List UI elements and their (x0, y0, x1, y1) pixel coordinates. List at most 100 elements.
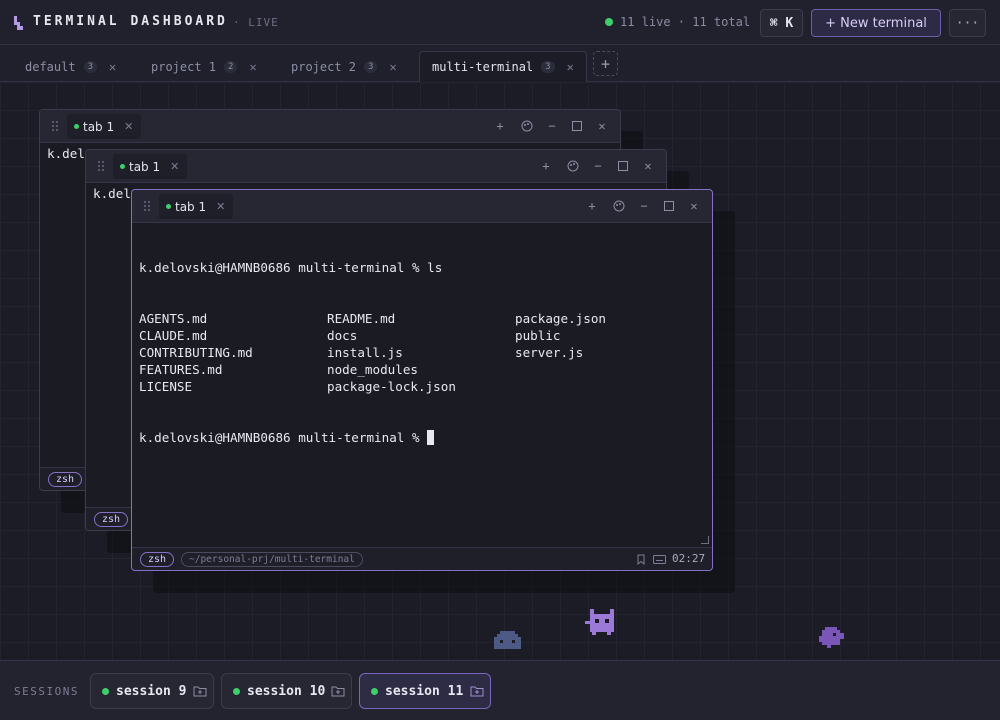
keyboard-icon[interactable] (653, 555, 666, 564)
plus-icon[interactable]: + (538, 158, 554, 174)
file-name: LICENSE (139, 379, 193, 394)
file-name (515, 361, 703, 378)
tab-label: project 2 (291, 59, 357, 74)
plus-icon[interactable]: + (492, 118, 508, 134)
close-icon[interactable]: ✕ (686, 198, 702, 214)
sessions-label: SESSIONS (14, 685, 79, 698)
close-icon[interactable]: ✕ (170, 160, 179, 173)
window-tab[interactable]: tab 1 ✕ (67, 114, 142, 139)
app-title: TERMINAL DASHBOARD (33, 14, 228, 29)
file-name: install.js (327, 345, 403, 360)
file-name: server.js (515, 345, 584, 360)
new-terminal-button[interactable]: + New terminal (811, 9, 941, 37)
command-palette-button[interactable]: ⌘ K (760, 9, 803, 37)
file-name: package.json (515, 311, 606, 326)
file-name: CLAUDE.md (139, 328, 208, 343)
tab-label: project 1 (151, 59, 217, 74)
close-icon[interactable]: ✕ (389, 60, 396, 74)
palette-icon[interactable] (611, 198, 627, 214)
tab-label: multi-terminal (432, 60, 534, 74)
file-name: FEATURES.md (139, 362, 223, 377)
maximize-icon[interactable] (615, 158, 631, 174)
status-dot (120, 164, 125, 169)
tab-project-1[interactable]: project 1 2 ✕ (151, 51, 257, 82)
session-label: session 10 (247, 684, 326, 699)
cwd-path-pill: ~/personal-prj/multi-terminal (181, 552, 363, 567)
terminal-canvas: tab 1 ✕ + − ✕ k.delo zsh tab 1 ✕ + − ✕ k… (0, 82, 1000, 660)
prompt-line: k.delovski@HAMNB0686 multi-terminal % (139, 429, 705, 446)
more-menu-button[interactable]: ··· (949, 9, 986, 37)
add-tab-button[interactable]: + (593, 51, 618, 76)
project-tab-bar: default 3 ✕ project 1 2 ✕ project 2 3 ✕ … (0, 45, 1000, 82)
file-name: CONTRIBUTING.md (139, 345, 253, 360)
terminal-output[interactable]: k.delovski@HAMNB0686 multi-terminal % ls… (139, 225, 705, 480)
sessions-bar: SESSIONS session 9 session 10 session 11 (0, 660, 1000, 720)
session-item-10[interactable]: session 10 (221, 673, 352, 709)
palette-icon[interactable] (519, 118, 535, 134)
file-name: AGENTS.md (139, 311, 208, 326)
ghost-sprite-icon (494, 631, 522, 649)
session-item-9[interactable]: session 9 (90, 673, 214, 709)
tab-count-badge: 3 (364, 60, 378, 73)
live-count: 11 live · 11 total (620, 15, 751, 29)
file-name: package-lock.json (327, 379, 456, 394)
close-icon[interactable]: ✕ (594, 118, 610, 134)
folder-icon[interactable] (193, 685, 207, 697)
folder-icon[interactable] (470, 685, 484, 697)
close-icon[interactable]: ✕ (640, 158, 656, 174)
session-timer: 02:27 (672, 552, 706, 565)
window-tab[interactable]: tab 1 ✕ (113, 154, 188, 179)
drag-handle-icon[interactable] (97, 160, 105, 173)
drag-handle-icon[interactable] (143, 200, 151, 213)
session-item-11[interactable]: session 11 (359, 673, 491, 709)
tab-default[interactable]: default 3 ✕ (25, 51, 116, 82)
shell-pill: zsh (140, 552, 175, 567)
window-title-bar[interactable]: tab 1 ✕ + − ✕ (132, 190, 712, 223)
command-line: k.delovski@HAMNB0686 multi-terminal % ls (139, 260, 443, 275)
maximize-icon[interactable] (569, 118, 585, 134)
close-icon[interactable]: ✕ (249, 60, 256, 74)
folder-icon[interactable] (331, 685, 345, 697)
status-dot (233, 688, 240, 695)
file-name (515, 378, 703, 395)
status-dot (371, 688, 378, 695)
minimize-icon[interactable]: − (636, 198, 652, 214)
tab-count-badge: 2 (224, 60, 238, 73)
status-dot (166, 204, 171, 209)
shell-pill: zsh (94, 512, 129, 527)
minimize-icon[interactable]: − (544, 118, 560, 134)
window-tab[interactable]: tab 1 ✕ (159, 194, 234, 219)
live-status-dot (605, 18, 613, 26)
close-icon[interactable]: ✕ (567, 60, 574, 74)
window-title-bar[interactable]: tab 1 ✕ + − ✕ (40, 110, 620, 143)
window-footer: zsh ~/personal-prj/multi-terminal 02:27 (132, 547, 712, 570)
prompt-text: k.delovski@HAMNB0686 multi-terminal % (139, 430, 428, 445)
palette-icon[interactable] (565, 158, 581, 174)
top-bar: TERMINAL DASHBOARD · LIVE 11 live · 11 t… (0, 0, 1000, 45)
session-label: session 11 (385, 684, 464, 699)
bird-sprite-icon (819, 627, 845, 649)
file-name: node_modules (327, 362, 418, 377)
resize-handle-icon[interactable] (701, 536, 709, 544)
terminal-window-front[interactable]: tab 1 ✕ + − ✕ k.delovski@HAMNB0686 multi… (131, 189, 713, 571)
tab-project-2[interactable]: project 2 3 ✕ (291, 51, 397, 82)
tab-count-badge: 3 (83, 60, 97, 73)
cat-sprite-icon (585, 609, 619, 635)
bookmark-icon[interactable] (636, 554, 646, 565)
file-name: README.md (327, 311, 396, 326)
window-tab-label: tab 1 (83, 119, 115, 134)
close-icon[interactable]: ✕ (216, 200, 225, 213)
tab-multi-terminal[interactable]: multi-terminal 3 ✕ (419, 51, 587, 82)
plus-icon[interactable]: + (584, 198, 600, 214)
close-icon[interactable]: ✕ (109, 60, 116, 74)
minimize-icon[interactable]: − (590, 158, 606, 174)
logo-icon (14, 16, 24, 30)
tab-count-badge: 3 (541, 61, 555, 73)
cursor (427, 430, 435, 445)
drag-handle-icon[interactable] (51, 120, 59, 133)
status-dot (74, 124, 79, 129)
close-icon[interactable]: ✕ (124, 120, 133, 133)
maximize-icon[interactable] (661, 198, 677, 214)
window-title-bar[interactable]: tab 1 ✕ + − ✕ (86, 150, 666, 183)
file-listing: AGENTS.md README.md package.json CLAUDE.… (139, 310, 705, 395)
